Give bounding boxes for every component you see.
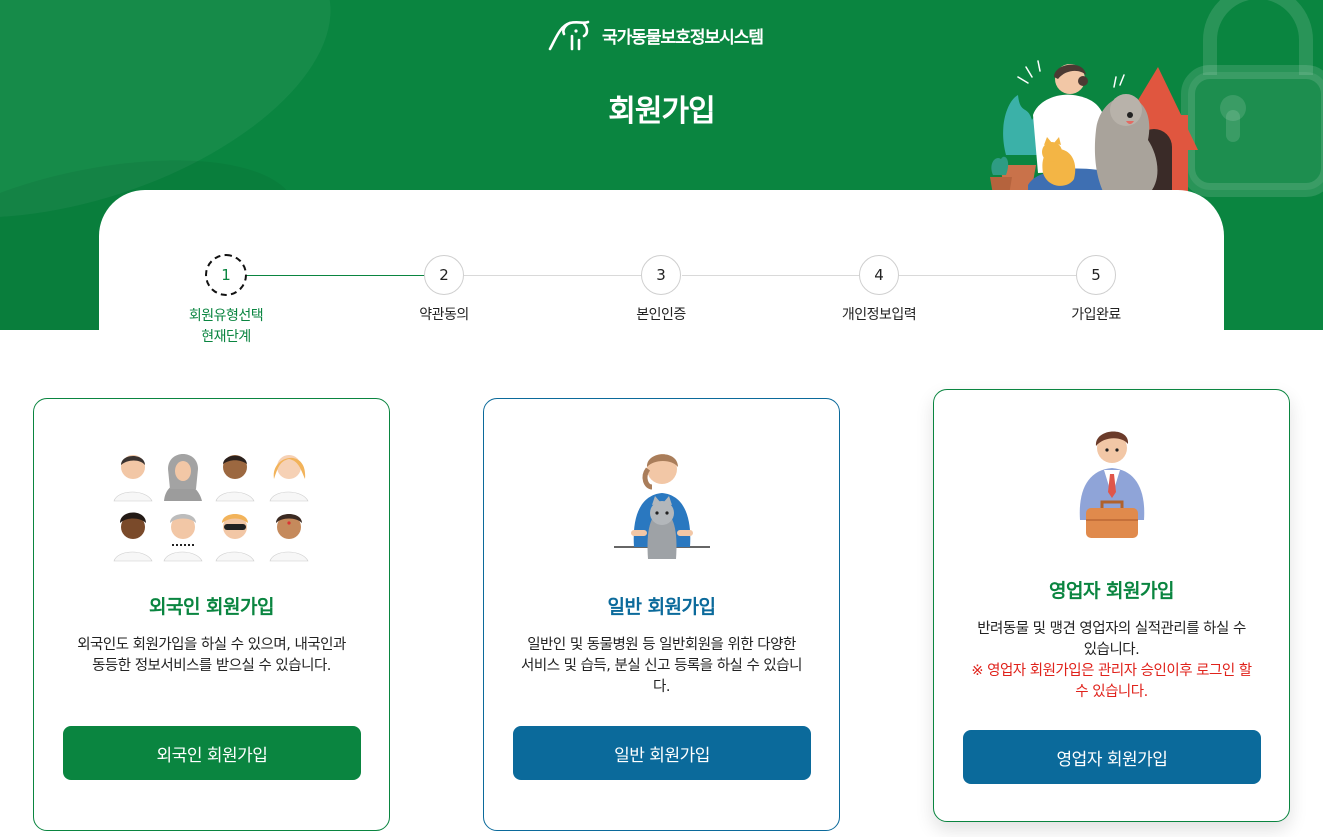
foreign-signup-card: 외국인 회원가입 외국인도 회원가입을 하실 수 있으며, 내국인과 동등한 정… — [33, 398, 390, 831]
businessman-icon — [1079, 431, 1144, 538]
step-number: 2 — [439, 266, 449, 284]
step-number-circle: 4 — [859, 255, 899, 295]
step-number: 5 — [1091, 266, 1101, 284]
step-number: 1 — [221, 266, 231, 284]
foreign-card-title: 외국인 회원가입 — [149, 596, 274, 618]
step-number-circle: 3 — [641, 255, 681, 295]
business-approval-note: ※ 영업자 회원가입은 관리자 승인이후 로그인 할 수 있습니다. — [971, 663, 1252, 700]
step-5: 5 가입완료 — [1026, 255, 1166, 326]
business-card-description: 반려동물 및 맹견 영업자의 실적관리를 하실 수 있습니다. ※ 영업자 회원… — [970, 619, 1253, 703]
step-label: 개인정보입력 — [841, 307, 917, 323]
brand-logo-icon — [548, 20, 590, 51]
step-current-indicator: 현재단계 — [201, 329, 251, 345]
step-3: 3 본인인증 — [591, 255, 731, 326]
business-card-title: 영업자 회원가입 — [1049, 580, 1174, 602]
step-2: 2 약관동의 — [374, 255, 514, 326]
step-label-text: 회원유형선택 — [188, 308, 264, 324]
step-number: 3 — [656, 266, 666, 284]
general-card-description: 일반인 및 동물병원 등 일반회원을 위한 다양한 서비스 및 습득, 분실 신… — [521, 637, 802, 695]
step-number: 4 — [874, 266, 884, 284]
business-card-description-text: 반려동물 및 맹견 영업자의 실적관리를 하실 수 있습니다. — [977, 621, 1246, 658]
step-number-circle: 5 — [1076, 255, 1116, 295]
step-label: 가입완료 — [1071, 307, 1121, 323]
brand[interactable]: 국가동물보호정보시스템 — [548, 18, 764, 52]
step-number-circle: 2 — [424, 255, 464, 295]
people-group-icon — [113, 454, 308, 562]
person-with-cat-icon — [613, 454, 710, 559]
business-signup-button[interactable]: 영업자 회원가입 — [963, 730, 1261, 784]
general-signup-card: 일반 회원가입 일반인 및 동물병원 등 일반회원을 위한 다양한 서비스 및 … — [483, 398, 840, 831]
brand-name: 국가동물보호정보시스템 — [602, 27, 764, 48]
step-number-circle: 1 — [205, 254, 247, 296]
step-label: 약관동의 — [419, 307, 469, 323]
step-4: 4 개인정보입력 — [809, 255, 949, 326]
step-label: 회원유형선택 현재단계 — [156, 306, 296, 348]
step-1: 1 회원유형선택 현재단계 — [156, 254, 296, 348]
general-card-title: 일반 회원가입 — [607, 596, 717, 618]
foreign-signup-button[interactable]: 외국인 회원가입 — [63, 726, 361, 780]
step-label: 본인인증 — [636, 307, 686, 323]
general-signup-button[interactable]: 일반 회원가입 — [513, 726, 811, 780]
foreign-card-description: 외국인도 회원가입을 하실 수 있으며, 내국인과 동등한 정보서비스를 받으실… — [77, 637, 346, 674]
business-signup-card: 영업자 회원가입 반려동물 및 맹견 영업자의 실적관리를 하실 수 있습니다.… — [933, 389, 1290, 822]
